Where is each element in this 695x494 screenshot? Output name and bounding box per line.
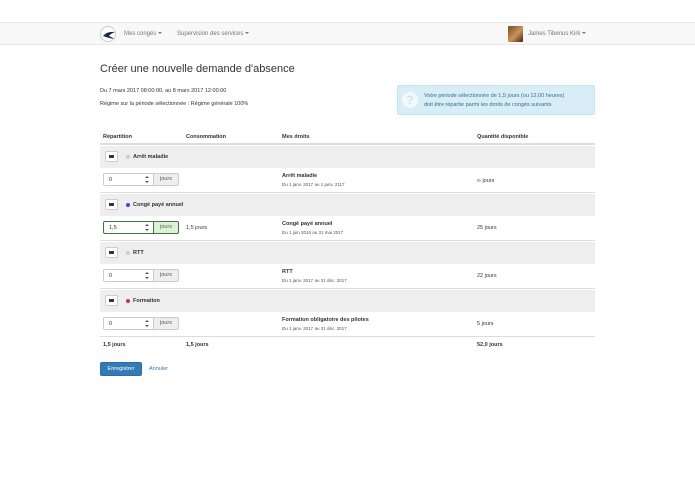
avatar[interactable] bbox=[508, 26, 523, 42]
quantity-value: 1,5 bbox=[109, 225, 117, 231]
menu-mes-conges[interactable]: Mes congés bbox=[124, 31, 163, 37]
cancel-link[interactable]: Annuler bbox=[149, 366, 168, 372]
col-header-consommation: Consommation bbox=[186, 134, 227, 140]
navbar: Mes congés Supervision des services Jame… bbox=[0, 22, 695, 45]
chevron-down-icon bbox=[158, 32, 163, 35]
quantity-stepper[interactable]: 0 jours bbox=[103, 173, 179, 186]
question-icon: ? bbox=[402, 92, 418, 108]
unit-addon: jours bbox=[154, 173, 179, 186]
group-row-rtt: RTT bbox=[100, 242, 595, 264]
col-header-repartition: Répartition bbox=[103, 134, 133, 140]
total-available: 52,0 jours bbox=[477, 342, 503, 348]
right-name: Arrêt maladie bbox=[282, 173, 318, 179]
right-name: RTT bbox=[282, 269, 293, 275]
menu-supervision[interactable]: Supervision des services bbox=[177, 31, 250, 37]
quantity-value: 0 bbox=[109, 273, 113, 279]
available-quantity: 25 jours bbox=[477, 225, 497, 231]
group-name: Formation bbox=[133, 298, 160, 304]
quantity-stepper[interactable]: 0 jours bbox=[103, 269, 179, 282]
row-divider bbox=[100, 336, 595, 337]
color-dot-icon bbox=[126, 299, 130, 303]
color-dot-icon bbox=[126, 155, 130, 159]
minus-icon bbox=[109, 299, 114, 302]
right-period: Du 1 juin 2016 au 31 mai 2017 bbox=[282, 230, 344, 235]
group-name: Congé payé annuel bbox=[133, 202, 184, 208]
alert-line-1: Votre période sélectionnée de 1,5 jours … bbox=[424, 93, 565, 99]
user-menu[interactable]: James Tiberius Kirk bbox=[528, 31, 587, 37]
header-divider bbox=[100, 143, 595, 145]
chevron-down-icon bbox=[245, 32, 250, 35]
spinner-icon[interactable] bbox=[144, 224, 150, 232]
consumption-value: 1,5 jours bbox=[186, 225, 208, 231]
regime-text: Régime sur la période sélectionnée : Rég… bbox=[100, 101, 249, 107]
spinner-icon[interactable] bbox=[144, 272, 150, 280]
group-row-conge-paye: Congé payé annuel bbox=[100, 194, 595, 216]
collapse-button[interactable] bbox=[105, 247, 118, 258]
user-name: James Tiberius Kirk bbox=[528, 31, 581, 37]
group-row-arret-maladie: Arrêt maladie bbox=[100, 146, 595, 168]
collapse-button[interactable] bbox=[105, 199, 118, 210]
menu-supervision-label: Supervision des services bbox=[177, 31, 244, 37]
minus-icon bbox=[109, 251, 114, 254]
page-title: Créer une nouvelle demande d'absence bbox=[100, 63, 295, 75]
quantity-input[interactable]: 0 bbox=[103, 173, 154, 186]
right-period: Du 1 janv. 2017 au 1 janv. 2117 bbox=[282, 182, 345, 187]
quantity-stepper[interactable]: 0 jours bbox=[103, 317, 179, 330]
app-logo[interactable] bbox=[100, 26, 116, 42]
minus-icon bbox=[109, 155, 114, 158]
quantity-input[interactable]: 0 bbox=[103, 269, 154, 282]
quantity-stepper[interactable]: 1,5 jours bbox=[103, 221, 179, 234]
col-header-mes-droits: Mes droits bbox=[282, 134, 310, 140]
color-dot-icon bbox=[126, 203, 130, 207]
menu-mes-conges-label: Mes congés bbox=[124, 31, 157, 37]
spinner-icon[interactable] bbox=[144, 320, 150, 328]
available-quantity: 5 jours bbox=[477, 321, 494, 327]
right-period: Du 1 janv. 2017 au 31 déc. 2017 bbox=[282, 278, 347, 283]
color-dot-icon bbox=[126, 251, 130, 255]
quantity-value: 0 bbox=[109, 321, 113, 327]
row-divider bbox=[100, 240, 595, 241]
col-header-quantite: Quantité disponible bbox=[477, 134, 529, 140]
available-quantity: ∞ jours bbox=[477, 178, 495, 184]
group-row-formation: Formation bbox=[100, 290, 595, 312]
bird-logo-icon bbox=[103, 31, 115, 39]
row-divider bbox=[100, 288, 595, 289]
unit-addon: jours bbox=[154, 269, 179, 282]
alert-line-2: doit être répartie parmi les droits de c… bbox=[424, 102, 552, 108]
right-name: Congé payé annuel bbox=[282, 221, 333, 227]
chevron-down-icon bbox=[582, 32, 587, 35]
collapse-button[interactable] bbox=[105, 295, 118, 306]
quantity-value: 0 bbox=[109, 177, 113, 183]
group-name: Arrêt maladie bbox=[133, 154, 169, 160]
minus-icon bbox=[109, 203, 114, 206]
right-period: Du 1 janv. 2017 au 31 déc. 2017 bbox=[282, 326, 347, 331]
period-text: Du 7 mars 2017 08:00:00, au 8 mars 2017 … bbox=[100, 88, 227, 94]
available-quantity: 22 jours bbox=[477, 273, 497, 279]
quantity-input[interactable]: 1,5 bbox=[103, 221, 154, 234]
info-alert: ? Votre période sélectionnée de 1,5 jour… bbox=[397, 85, 595, 115]
total-repartition: 1,5 jours bbox=[103, 342, 126, 348]
unit-addon: jours bbox=[154, 317, 179, 330]
group-name: RTT bbox=[133, 250, 144, 256]
spinner-icon[interactable] bbox=[144, 176, 150, 184]
total-consumption: 1,5 jours bbox=[186, 342, 209, 348]
collapse-button[interactable] bbox=[105, 151, 118, 162]
save-button[interactable]: Enregistrer bbox=[100, 362, 142, 376]
row-divider bbox=[100, 192, 595, 193]
unit-addon: jours bbox=[154, 221, 179, 234]
quantity-input[interactable]: 0 bbox=[103, 317, 154, 330]
right-name: Formation obligatoire des pilotes bbox=[282, 317, 369, 323]
